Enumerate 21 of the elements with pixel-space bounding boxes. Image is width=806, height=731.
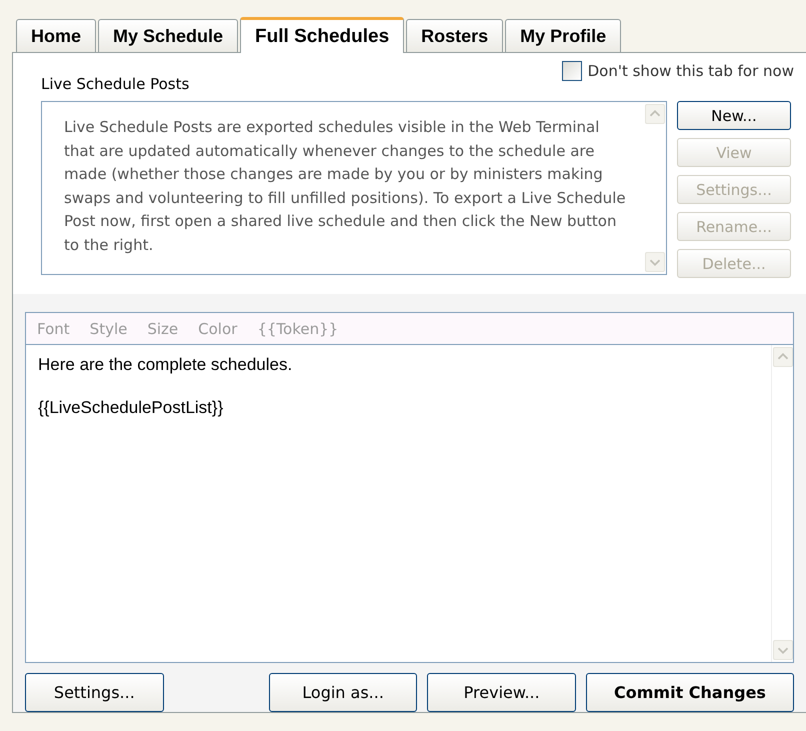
editor-line: {{LiveSchedulePostList}} (38, 398, 224, 418)
action-button[interactable]: Settings... (25, 673, 164, 712)
scroll-up-icon[interactable] (773, 347, 793, 367)
message-editor[interactable]: Font Style Size Color {{Token}} Here are the complete schedules. {{LiveSchedulePostList}} (25, 312, 794, 663)
scroll-down-icon[interactable] (773, 640, 793, 660)
checkbox-label[interactable]: Don't show this tab for now (588, 62, 794, 80)
post-button[interactable]: New... (677, 101, 791, 130)
scroll-down-icon[interactable] (645, 252, 665, 272)
tab[interactable]: My Schedule (98, 19, 238, 52)
tab[interactable]: Home (16, 19, 96, 52)
checkbox[interactable] (562, 61, 582, 81)
action-button[interactable]: Commit Changes (586, 673, 794, 712)
scroll-up-icon[interactable] (645, 104, 665, 124)
action-button[interactable]: Preview... (427, 673, 576, 712)
tab[interactable]: Rosters (406, 19, 504, 52)
description-text: Live Schedule Posts are exported schedules visible in the Web Terminal that are updated automatically whenever changes to the schedule are made (whether those changes are made by you or by ministers making swaps and volunteering to fill unfilled positions). To export a Live Schedule Post now, first open a shared live schedule and then click the New button to the right. (63, 117, 627, 256)
tab[interactable]: Full Schedules (240, 17, 404, 53)
editor-line: Here are the complete schedules. (38, 355, 294, 375)
section-title: Live Schedule Posts (41, 75, 190, 93)
tab[interactable]: My Profile (505, 19, 622, 52)
action-button[interactable]: Login as... (268, 673, 418, 712)
